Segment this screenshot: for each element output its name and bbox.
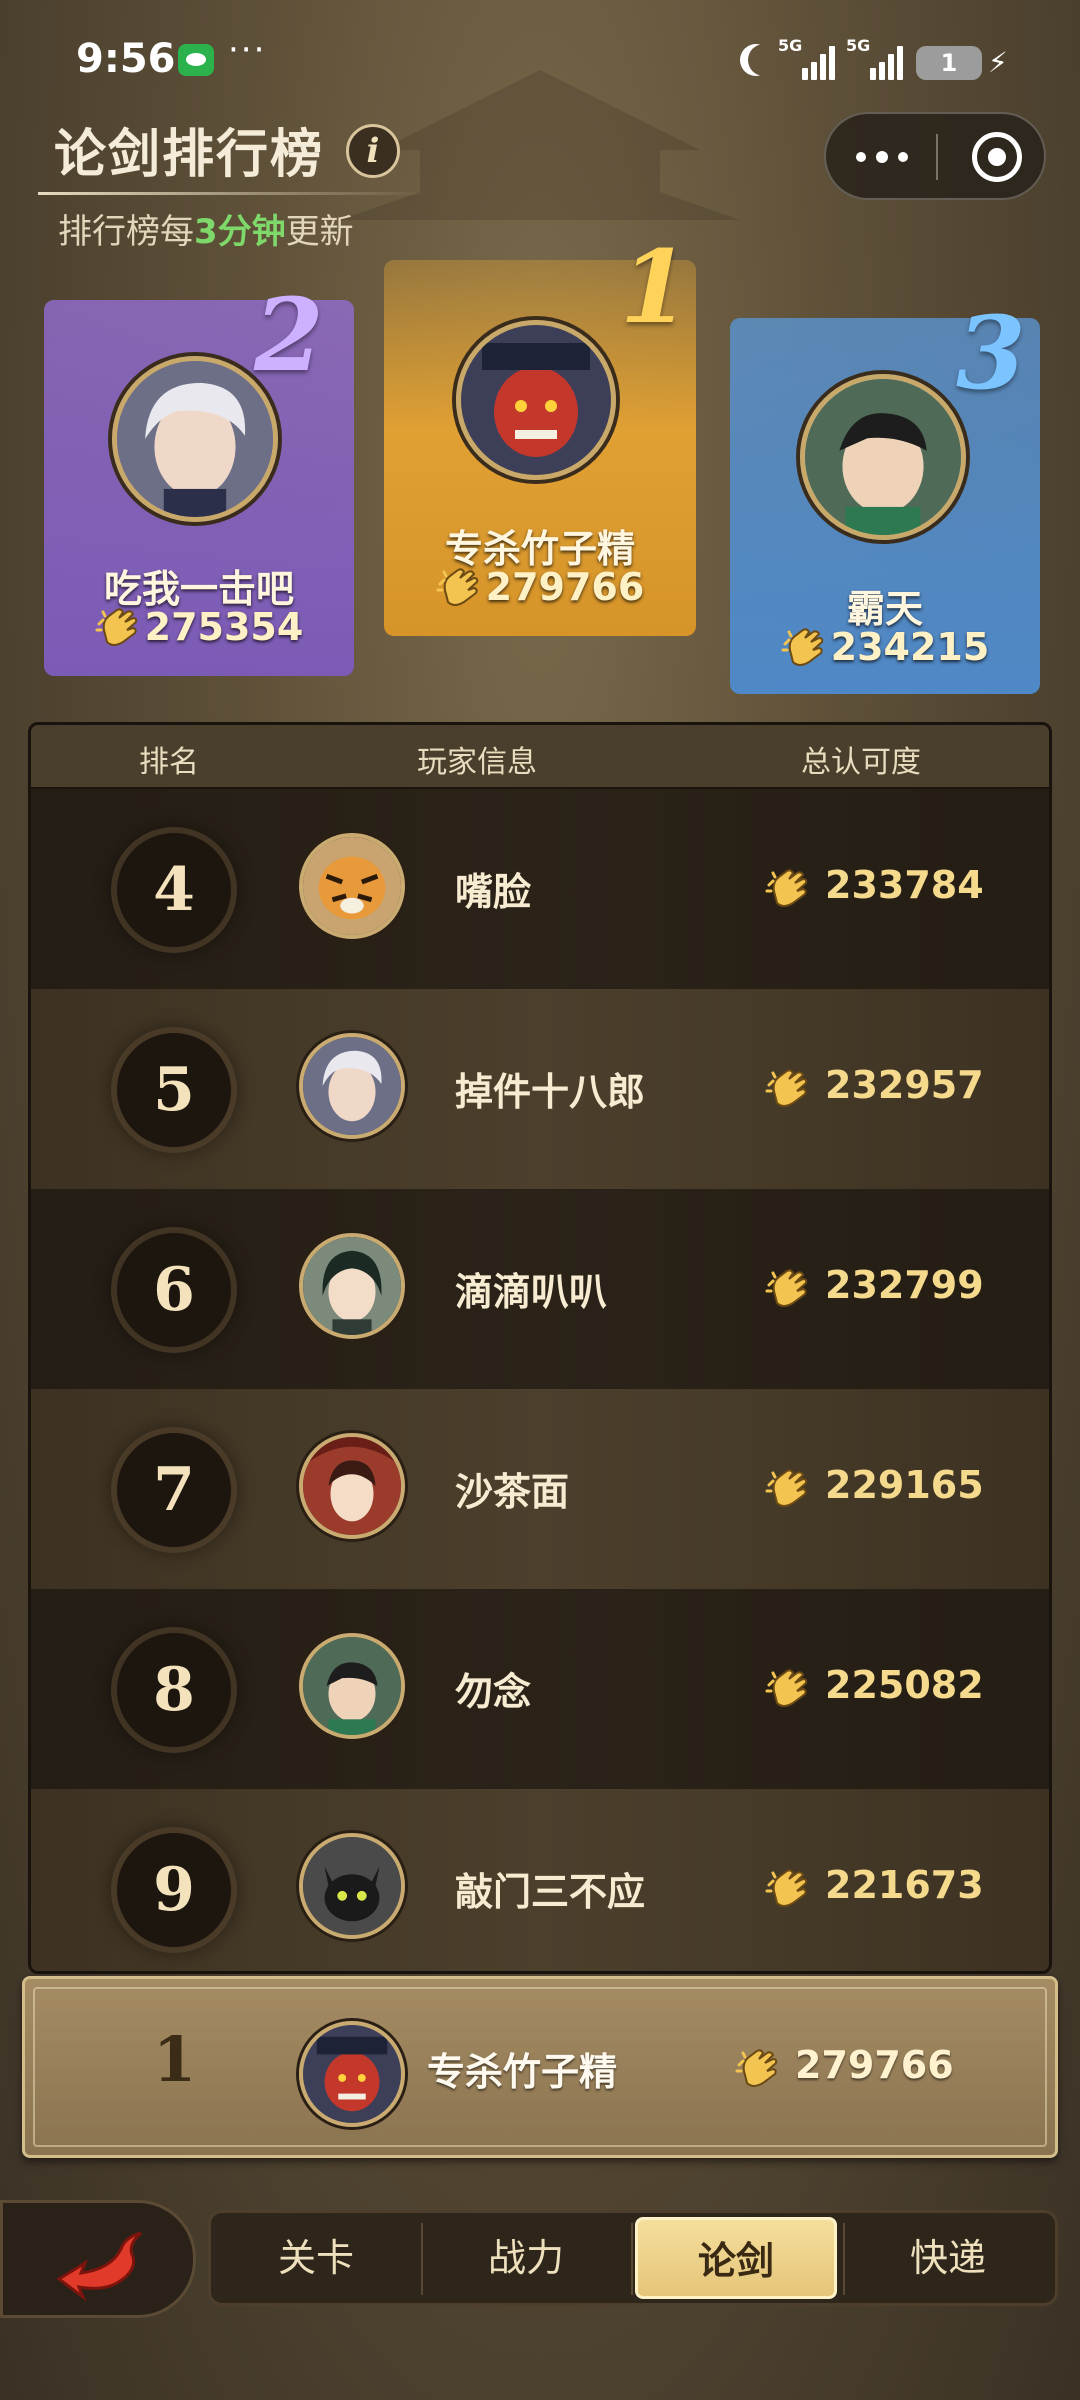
player-name: 掉件十八郎 bbox=[455, 1070, 646, 1114]
signal-icon: 5G bbox=[778, 36, 840, 80]
avatar bbox=[800, 374, 966, 540]
status-time: 9:56 bbox=[76, 36, 176, 82]
rank-badge: 9 bbox=[109, 1825, 239, 1955]
rank-numeral: 1 bbox=[620, 228, 690, 346]
charging-icon: ⚡ bbox=[988, 46, 1008, 79]
player-name: 沙茶面 bbox=[455, 1470, 570, 1514]
miniprogram-capsule bbox=[824, 112, 1046, 200]
clap-icon bbox=[781, 627, 824, 667]
table-row[interactable]: 9 敲门三不应 221673 bbox=[31, 1789, 1049, 1971]
rank-badge: 7 bbox=[109, 1425, 239, 1555]
signal-icon: 5G bbox=[846, 36, 908, 80]
my-player-score: 279766 bbox=[795, 2043, 954, 2087]
info-icon[interactable]: i bbox=[346, 124, 400, 178]
player-score: 279766 bbox=[485, 565, 645, 609]
header-score: 总认可度 bbox=[801, 745, 921, 780]
score-row: 234215 bbox=[730, 624, 1040, 670]
player-score: 234215 bbox=[830, 625, 990, 669]
clap-icon bbox=[436, 567, 479, 607]
bottom-tabbar: 关卡 战力 论剑 快递 bbox=[208, 2210, 1058, 2306]
clap-icon bbox=[95, 607, 138, 647]
player-score: 232799 bbox=[825, 1263, 984, 1307]
avatar bbox=[299, 1033, 405, 1139]
player-score: 233784 bbox=[825, 863, 984, 907]
tab-delivery[interactable]: 快递 bbox=[847, 2217, 1049, 2299]
my-player-name: 专杀竹子精 bbox=[427, 2050, 618, 2094]
back-button[interactable] bbox=[0, 2200, 196, 2318]
page-title: 论剑排行榜 bbox=[54, 125, 325, 185]
moon-icon bbox=[748, 44, 780, 76]
notification-dots: ··· bbox=[228, 30, 267, 70]
title-divider bbox=[38, 192, 428, 195]
player-score: 232957 bbox=[825, 1063, 984, 1107]
podium-rank-1[interactable]: 1 专杀竹子精 279766 bbox=[384, 228, 696, 636]
wechat-icon bbox=[178, 44, 214, 76]
clap-icon bbox=[765, 1068, 808, 1108]
player-score: 229165 bbox=[825, 1463, 984, 1507]
clap-icon bbox=[765, 1868, 808, 1908]
avatar bbox=[299, 1633, 405, 1739]
my-rank-row[interactable]: 1 专杀竹子精 279766 bbox=[22, 1976, 1058, 2158]
update-notice: 排行榜每3分钟更新 bbox=[58, 212, 354, 252]
table-header: 排名 玩家信息 总认可度 bbox=[31, 725, 1049, 789]
clap-icon bbox=[765, 1468, 808, 1508]
avatar bbox=[299, 1833, 405, 1939]
clap-icon bbox=[765, 1268, 808, 1308]
table-row[interactable]: 5 掉件十八郎 232957 bbox=[31, 989, 1049, 1189]
my-rank-number: 1 bbox=[153, 2023, 197, 2096]
status-bar: 9:56 ··· 5G 5G 1 ⚡ bbox=[0, 0, 1080, 120]
header-player: 玩家信息 bbox=[417, 745, 537, 780]
table-row[interactable]: 6 滴滴叭叭 232799 bbox=[31, 1189, 1049, 1389]
rank-badge: 5 bbox=[109, 1025, 239, 1155]
table-row[interactable]: 4 嘴脸 233784 bbox=[31, 789, 1049, 989]
clap-icon bbox=[765, 1668, 808, 1708]
avatar bbox=[299, 833, 405, 939]
tab-duel[interactable]: 论剑 bbox=[635, 2217, 837, 2299]
more-button[interactable] bbox=[826, 114, 936, 198]
player-name: 滴滴叭叭 bbox=[455, 1270, 608, 1314]
rank-numeral: 2 bbox=[254, 276, 324, 394]
update-interval: 3分钟 bbox=[194, 212, 286, 252]
avatar bbox=[112, 356, 278, 522]
table-row[interactable]: 7 沙茶面 229165 bbox=[31, 1389, 1049, 1589]
player-name: 勿念 bbox=[455, 1670, 532, 1714]
tab-power[interactable]: 战力 bbox=[425, 2217, 627, 2299]
avatar bbox=[299, 1433, 405, 1539]
clap-icon bbox=[765, 868, 808, 908]
rank-badge: 4 bbox=[109, 825, 239, 955]
back-arrow-icon bbox=[56, 2231, 143, 2302]
table-row[interactable]: 8 勿念 225082 bbox=[31, 1589, 1049, 1789]
rank-numeral: 3 bbox=[956, 294, 1026, 412]
player-score: 275354 bbox=[144, 605, 304, 649]
podium-rank-3[interactable]: 3 霸天 234215 bbox=[730, 294, 1040, 694]
score-row: 275354 bbox=[44, 604, 354, 650]
battery-icon: 1 bbox=[916, 46, 982, 80]
tab-stages[interactable]: 关卡 bbox=[215, 2217, 417, 2299]
rank-badge: 8 bbox=[109, 1625, 239, 1755]
avatar bbox=[456, 320, 616, 480]
avatar bbox=[299, 1233, 405, 1339]
close-miniprogram-button[interactable] bbox=[972, 132, 1022, 182]
clap-icon bbox=[735, 2048, 778, 2088]
player-score: 221673 bbox=[825, 1863, 984, 1907]
rank-badge: 6 bbox=[109, 1225, 239, 1355]
podium-rank-2[interactable]: 2 吃我一击吧 275354 bbox=[44, 276, 354, 676]
player-name: 敲门三不应 bbox=[455, 1870, 646, 1914]
player-name: 嘴脸 bbox=[455, 870, 532, 914]
score-row: 279766 bbox=[384, 564, 696, 610]
avatar bbox=[299, 2021, 405, 2127]
player-score: 225082 bbox=[825, 1663, 984, 1707]
header-rank: 排名 bbox=[139, 745, 199, 780]
leaderboard-table[interactable]: 排名 玩家信息 总认可度 4 嘴脸 233784 5 掉件十八郎 232957 … bbox=[28, 722, 1052, 1974]
